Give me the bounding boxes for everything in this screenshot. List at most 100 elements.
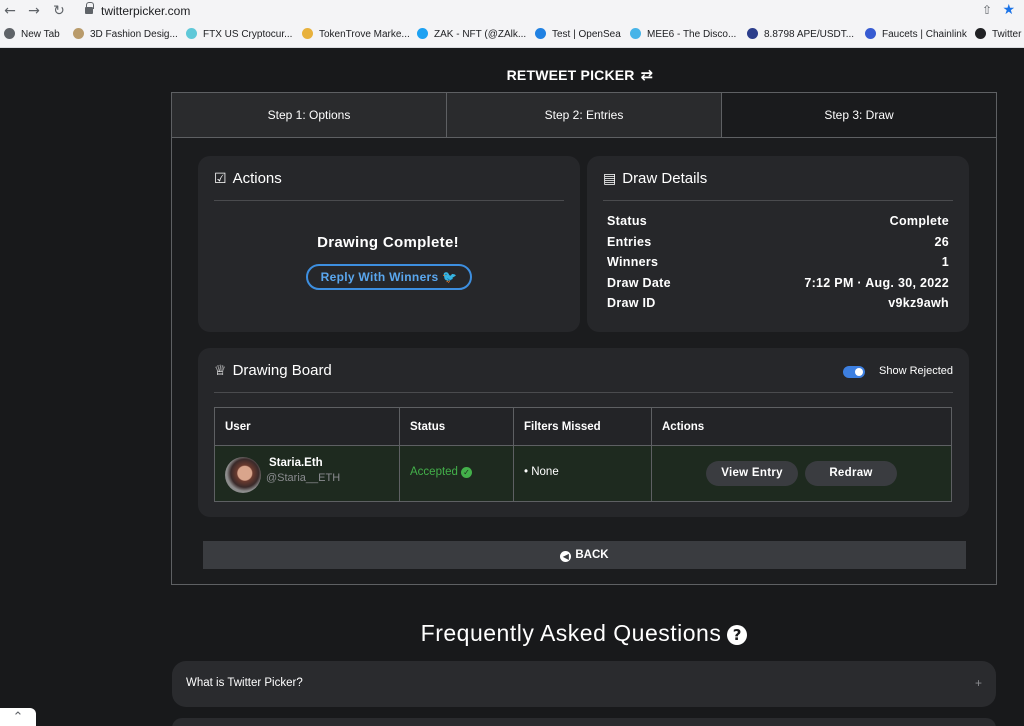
drawing-board-heading: ♕ Drawing Board <box>214 362 332 379</box>
bookmark-favicon-icon <box>4 28 15 39</box>
status-text: Accepted <box>410 466 458 478</box>
bookmark-favicon-icon <box>73 28 84 39</box>
status-cell: Accepted ✓ <box>400 446 514 501</box>
draw-details-heading: ▤ Draw Details <box>603 170 707 187</box>
bookmarks-bar: New Tab 3D Fashion Desig... FTX US Cryptoc… <box>0 22 1024 48</box>
bookmark-favicon-icon <box>186 28 197 39</box>
detail-key: Draw ID <box>607 296 656 311</box>
faq-item[interactable] <box>172 718 996 726</box>
browser-toolbar: ← → ↻ twitterpicker.com ⇧ ★ <box>0 0 1024 22</box>
drawing-board-heading-text: Drawing Board <box>232 362 332 379</box>
column-header-actions: Actions <box>662 421 705 433</box>
bookmark-label: New Tab <box>21 29 60 40</box>
step-tabs: Step 1: Options Step 2: Entries Step 3: … <box>172 93 996 138</box>
entries-table: User Status Filters Missed Actions Stari… <box>214 407 952 502</box>
detail-value: 26 <box>934 234 949 249</box>
actions-heading-text: Actions <box>232 170 282 187</box>
details-list: Status Complete Entries 26 Winners 1 Draw D… <box>607 214 949 317</box>
reply-with-winners-button[interactable]: Reply With Winners 🐦 <box>306 264 472 290</box>
bookmark-item[interactable]: TokenTrove Marke... <box>302 28 410 42</box>
detail-key: Status <box>607 214 648 228</box>
retweet-icon: ⇄ <box>640 66 654 84</box>
bookmark-label: Faucets | Chainlink <box>882 29 967 40</box>
page-title-text: RETWEET PICKER <box>506 67 635 83</box>
bookmark-favicon-icon <box>865 28 876 39</box>
bookmark-favicon-icon <box>630 28 641 39</box>
show-rejected-toggle[interactable] <box>843 366 865 378</box>
bookmark-item[interactable]: New Tab <box>4 28 60 42</box>
bookmark-favicon-icon <box>302 28 313 39</box>
url-text[interactable]: twitterpicker.com <box>101 4 190 18</box>
detail-value: 7:12 PM · Aug. 30, 2022 <box>804 275 949 290</box>
avatar[interactable] <box>225 457 261 493</box>
actions-cell: View Entry Redraw <box>652 446 951 501</box>
bookmark-label: ZAK - NFT (@ZAlk... <box>434 29 527 40</box>
back-button[interactable]: ◀ BACK <box>203 541 966 569</box>
draw-details-heading-text: Draw Details <box>622 170 708 187</box>
faq-title-text: Frequently Asked Questions <box>420 620 722 646</box>
divider <box>603 200 953 201</box>
filters-cell: • None <box>514 446 652 501</box>
detail-row-draw-date: Draw Date 7:12 PM · Aug. 30, 2022 <box>607 276 949 297</box>
actions-panel: ☑ Actions Drawing Complete! Reply With Wi… <box>198 156 580 332</box>
twitter-bird-icon: 🐦 <box>442 270 458 284</box>
bookmark-item[interactable]: Twitter <box>975 28 1021 42</box>
question-circle-icon: ? <box>727 625 748 645</box>
bookmark-label: TokenTrove Marke... <box>319 29 410 40</box>
show-rejected-label: Show Rejected <box>879 365 953 377</box>
column-header-filters: Filters Missed <box>514 408 652 445</box>
detail-key: Entries <box>607 234 652 249</box>
bookmark-item[interactable]: Faucets | Chainlink <box>865 28 967 42</box>
user-handle[interactable]: @Staria__ETH <box>266 472 340 484</box>
address-bar[interactable]: twitterpicker.com ⇧ ★ <box>76 1 1024 21</box>
faq-item[interactable]: What is Twitter Picker? + <box>172 661 996 707</box>
page-title: RETWEET PICKER ⇄ <box>0 66 1024 84</box>
bookmark-favicon-icon <box>747 28 758 39</box>
column-header-status: Status <box>400 408 514 445</box>
divider <box>214 392 953 393</box>
view-entry-button[interactable]: View Entry <box>706 461 798 486</box>
detail-row-winners: Winners 1 <box>607 255 949 276</box>
detail-value: Complete <box>889 214 949 228</box>
trophy-icon: ♕ <box>214 363 227 379</box>
drawing-board-panel: ♕ Drawing Board Show Rejected User Status… <box>198 348 969 517</box>
back-arrow-icon[interactable]: ← <box>2 3 18 19</box>
bookmark-label: MEE6 - The Disco... <box>647 29 737 40</box>
tab-draw[interactable]: Step 3: Draw <box>722 93 996 137</box>
draw-card: Step 1: Options Step 2: Entries Step 3: … <box>171 92 997 585</box>
bookmark-item[interactable]: Test | OpenSea <box>535 28 621 42</box>
reply-button-label: Reply With Winners <box>320 270 439 284</box>
table-row: Staria.Eth @Staria__ETH Accepted ✓ • None… <box>215 446 951 501</box>
draw-details-panel: ▤ Draw Details Status Complete Entries 26 W… <box>587 156 969 332</box>
forward-arrow-icon[interactable]: → <box>26 3 42 19</box>
bookmark-item[interactable]: 3D Fashion Desig... <box>73 28 178 42</box>
tab-options[interactable]: Step 1: Options <box>172 93 447 137</box>
faq-title: Frequently Asked Questions? <box>0 620 1024 647</box>
detail-row-status: Status Complete <box>607 214 949 235</box>
chevron-up-icon[interactable]: ⌃ <box>0 708 36 726</box>
table-header: User Status Filters Missed Actions <box>215 408 951 446</box>
bookmark-item[interactable]: MEE6 - The Disco... <box>630 28 736 42</box>
check-circle-icon: ✓ <box>460 467 472 478</box>
detail-value: v9kz9awh <box>888 296 949 311</box>
actions-heading: ☑ Actions <box>214 170 282 187</box>
bookmark-item[interactable]: 8.8798 APE/USDT... <box>747 28 854 42</box>
bookmark-label: FTX US Cryptocur... <box>203 29 293 40</box>
detail-value: 1 <box>941 255 949 270</box>
bookmark-item[interactable]: ZAK - NFT (@ZAlk... <box>417 28 526 42</box>
faq-question: What is Twitter Picker? <box>186 677 303 689</box>
tab-entries[interactable]: Step 2: Entries <box>447 93 722 137</box>
filters-missed-value: • None <box>524 466 559 478</box>
detail-row-entries: Entries 26 <box>607 235 949 256</box>
share-icon[interactable]: ⇧ <box>982 3 992 17</box>
bookmark-item[interactable]: FTX US Cryptocur... <box>186 28 292 42</box>
detail-row-draw-id: Draw ID v9kz9awh <box>607 296 949 317</box>
bookmark-label: Test | OpenSea <box>552 29 621 40</box>
reload-icon[interactable]: ↻ <box>51 3 67 19</box>
column-header-user: User <box>215 408 400 445</box>
bookmark-favicon-icon <box>535 28 546 39</box>
bookmark-star-icon[interactable]: ★ <box>1002 1 1015 18</box>
back-button-label: BACK <box>575 549 609 561</box>
redraw-button[interactable]: Redraw <box>805 461 897 486</box>
user-name[interactable]: Staria.Eth <box>269 457 323 469</box>
